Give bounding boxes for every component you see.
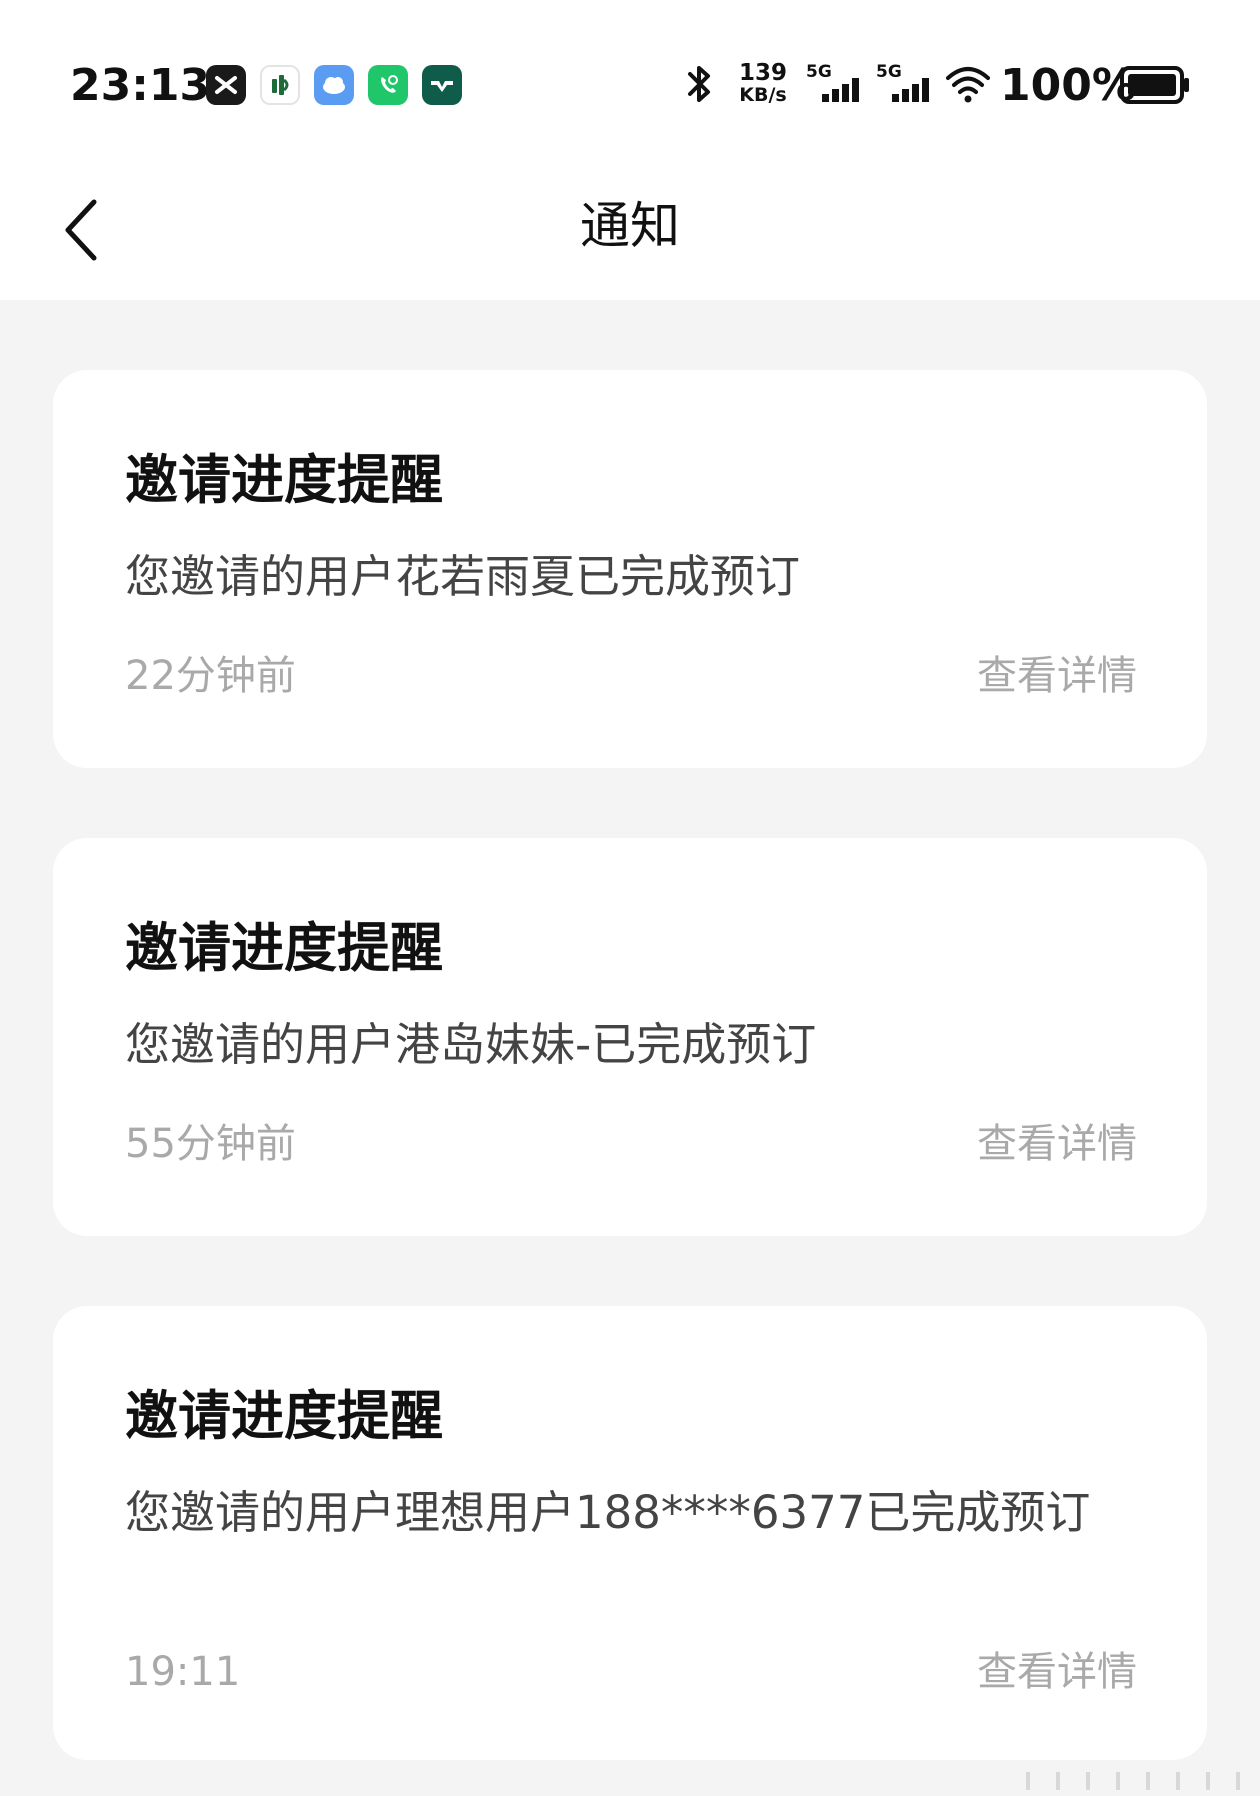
bluetooth-icon — [684, 62, 716, 110]
network-speed-value: 139 — [738, 60, 787, 86]
cell-signal-icon — [892, 78, 932, 106]
li-auto-app-icon — [422, 65, 462, 105]
notification-body: 您邀请的用户花若雨夏已完成预订 — [125, 550, 801, 603]
nav-bar: 通知 — [0, 150, 1260, 300]
view-details-link[interactable]: 查看详情 — [977, 1118, 1137, 1170]
notification-time: 22分钟前 — [125, 653, 296, 699]
view-details-link[interactable]: 查看详情 — [977, 650, 1137, 702]
notification-title: 邀请进度提醒 — [125, 1386, 443, 1447]
page-title: 通知 — [580, 197, 680, 255]
view-details-link[interactable]: 查看详情 — [977, 1646, 1137, 1698]
notification-body: 您邀请的用户理想用户188****6377已完成预订 — [125, 1486, 1091, 1539]
notification-card[interactable]: 邀请进度提醒 您邀请的用户港岛妹妹-已完成预订 55分钟前 查看详情 — [53, 838, 1207, 1236]
notification-time: 55分钟前 — [125, 1121, 296, 1167]
battery-percent: 100% — [1000, 60, 1136, 111]
watermark — [1018, 1770, 1248, 1792]
network-speed-unit: KB/s — [739, 84, 787, 106]
weather-icon — [314, 65, 354, 105]
notification-card[interactable]: 邀请进度提醒 您邀请的用户花若雨夏已完成预订 22分钟前 查看详情 — [53, 370, 1207, 768]
battery-icon — [1120, 66, 1190, 108]
network-speed: 139 KB/s — [736, 60, 790, 107]
notification-title: 邀请进度提醒 — [125, 450, 443, 511]
notification-title: 邀请进度提醒 — [125, 918, 443, 979]
status-time: 23:13 — [70, 60, 211, 111]
notification-card[interactable]: 邀请进度提醒 您邀请的用户理想用户188****6377已完成预订 19:11 … — [53, 1306, 1207, 1760]
cell-signal-icon — [822, 78, 862, 106]
wifi-icon — [946, 64, 990, 108]
notification-time: 19:11 — [125, 1649, 241, 1695]
stock-app-icon — [260, 65, 300, 105]
phone-call-app-icon — [368, 65, 408, 105]
status-bar: 23:13 139 KB/s 5G 5G 100% — [0, 0, 1260, 150]
notification-body: 您邀请的用户港岛妹妹-已完成预订 — [125, 1018, 817, 1071]
capcut-icon — [206, 65, 246, 105]
